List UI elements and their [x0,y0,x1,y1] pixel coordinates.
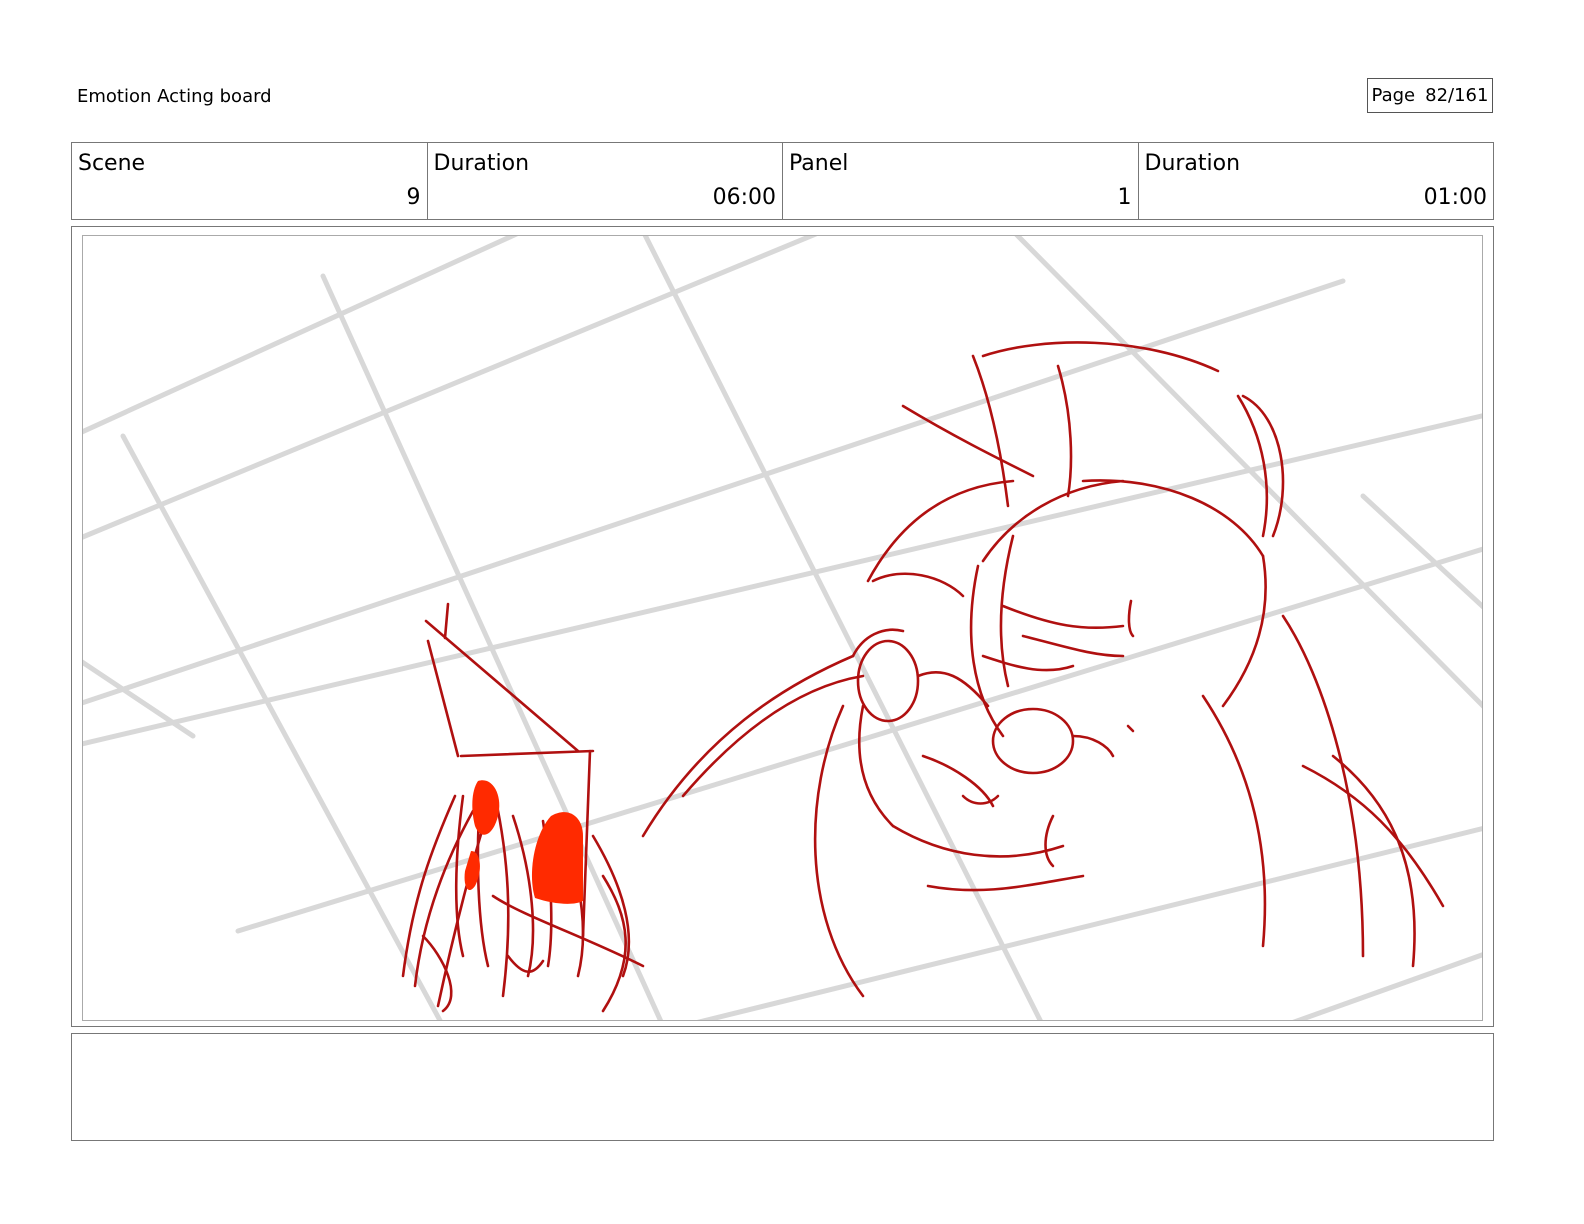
panel-sketch [83,236,1482,1020]
page-label: Page [1371,85,1416,106]
scene-duration-value: 06:00 [712,185,776,210]
page-indicator: Page 82/161 [1367,78,1493,113]
storyboard-panel [82,235,1483,1021]
panel-value: 1 [1117,185,1132,210]
scene-value: 9 [406,185,421,210]
panel-duration-cell: Duration 01:00 [1139,143,1494,219]
scene-cell: Scene 9 [72,143,428,219]
panel-duration-label: Duration [1144,151,1241,176]
character-sketch [401,341,1445,1013]
scene-duration-cell: Duration 06:00 [428,143,783,219]
panel-duration-value: 01:00 [1423,185,1487,210]
storyboard-panel-frame [71,226,1494,1027]
panel-cell: Panel 1 [783,143,1139,219]
scene-duration-label: Duration [433,151,530,176]
scene-label: Scene [78,151,146,176]
shot-info-table: Scene 9 Duration 06:00 Panel 1 Duration … [71,142,1494,220]
floor-grid [83,236,1482,1020]
panel-notes-box [71,1033,1494,1141]
board-title: Emotion Acting board [77,86,272,107]
panel-label: Panel [789,151,849,176]
page-number: 82/161 [1425,85,1489,106]
